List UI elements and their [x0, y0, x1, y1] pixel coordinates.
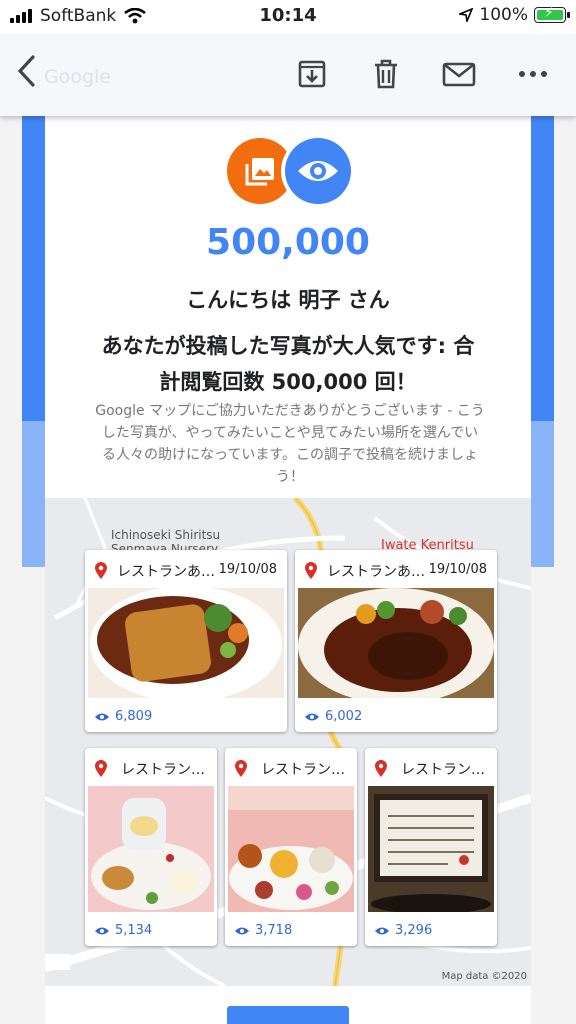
location-pin-icon [305, 562, 317, 579]
photo-date: 19/10/08 [428, 562, 487, 577]
eye-icon [95, 927, 109, 934]
location-pin-icon [95, 760, 107, 777]
photo-card-header: レストラン… [365, 748, 497, 786]
eye-icon [375, 927, 389, 934]
eye-icon [298, 161, 338, 181]
badges [227, 138, 351, 204]
battery-icon: ⚡ [534, 5, 570, 23]
photo-card-header: レストランあ… 19/10/08 [85, 550, 287, 588]
photo-image [228, 786, 354, 912]
description: Google マップにご協力いただきありがとうございます - こうした写真が、や… [95, 403, 485, 485]
photo-badge [227, 138, 293, 204]
back-button[interactable] [16, 54, 36, 95]
photo-views: 5,134 [95, 923, 152, 938]
more-options-button[interactable] [515, 56, 551, 92]
location-pin-icon [95, 562, 107, 579]
map-credit: Map data ©2020 [441, 971, 527, 982]
eye-icon [305, 713, 319, 720]
photo-card-header: レストランあ… 19/10/08 [295, 550, 497, 588]
photo-place-name: レストラン… [401, 762, 485, 778]
photo-image [88, 588, 284, 698]
views-badge [285, 138, 351, 204]
total-views: 500,000 [206, 222, 370, 263]
photo-view-count: 6,002 [325, 709, 363, 724]
photo-card[interactable]: レストランあ… 19/10/08 6,002 [295, 550, 497, 732]
photo-views: 3,296 [375, 923, 432, 938]
location-pin-icon [375, 760, 387, 777]
photo-view-count: 6,809 [115, 709, 153, 724]
photo-views: 6,809 [95, 709, 152, 724]
delete-button[interactable] [368, 56, 404, 92]
photo-view-count: 5,134 [115, 923, 153, 938]
mark-unread-button[interactable] [441, 56, 477, 92]
eye-icon [95, 713, 109, 720]
eye-icon [235, 927, 249, 934]
photo-card-header: レストラン… [225, 748, 357, 786]
photo-card-header: レストラン… [85, 748, 217, 786]
sender-ghost-title: Google [44, 66, 112, 88]
location-arrow-icon [459, 8, 474, 22]
photo-view-count: 3,296 [395, 923, 433, 938]
photo-place-name: レストラン… [261, 762, 345, 778]
photo-place-name: レストラン… [121, 762, 205, 778]
mail-toolbar: Google [0, 34, 576, 116]
photo-card[interactable]: レストランあ… 19/10/08 6,809 [85, 550, 287, 732]
photo-image [368, 786, 494, 912]
archive-button[interactable] [294, 56, 330, 92]
photo-image [298, 588, 494, 698]
photo-place-name: レストランあ… [117, 564, 215, 580]
headline: あなたが投稿した写真が大人気です: 合計閲覧回数 500,000 回！ [101, 334, 475, 394]
location-pin-icon [235, 760, 247, 777]
photo-views: 3,718 [235, 923, 292, 938]
status-bar: SoftBank 10:14 100% ⚡ [0, 0, 576, 34]
greeting: こんにちは 明子 さん [186, 288, 390, 312]
photo-views: 6,002 [305, 709, 362, 724]
map-label-line-1: Ichinoseki Shiritsu [111, 528, 221, 542]
photo-view-count: 3,718 [255, 923, 293, 938]
photo-image [88, 786, 214, 912]
photo-library-icon [245, 158, 274, 186]
view-photos-button[interactable] [227, 1006, 349, 1024]
back-arrow-icon [17, 55, 35, 87]
photo-date: 19/10/08 [218, 562, 277, 577]
photo-card[interactable]: レストラン… 5,134 [85, 748, 217, 946]
photo-card[interactable]: レストラン… 3,296 [365, 748, 497, 946]
photo-card[interactable]: レストラン… 3,718 [225, 748, 357, 946]
battery-percent: 100% [479, 5, 528, 25]
photo-place-name: レストランあ… [327, 564, 425, 580]
